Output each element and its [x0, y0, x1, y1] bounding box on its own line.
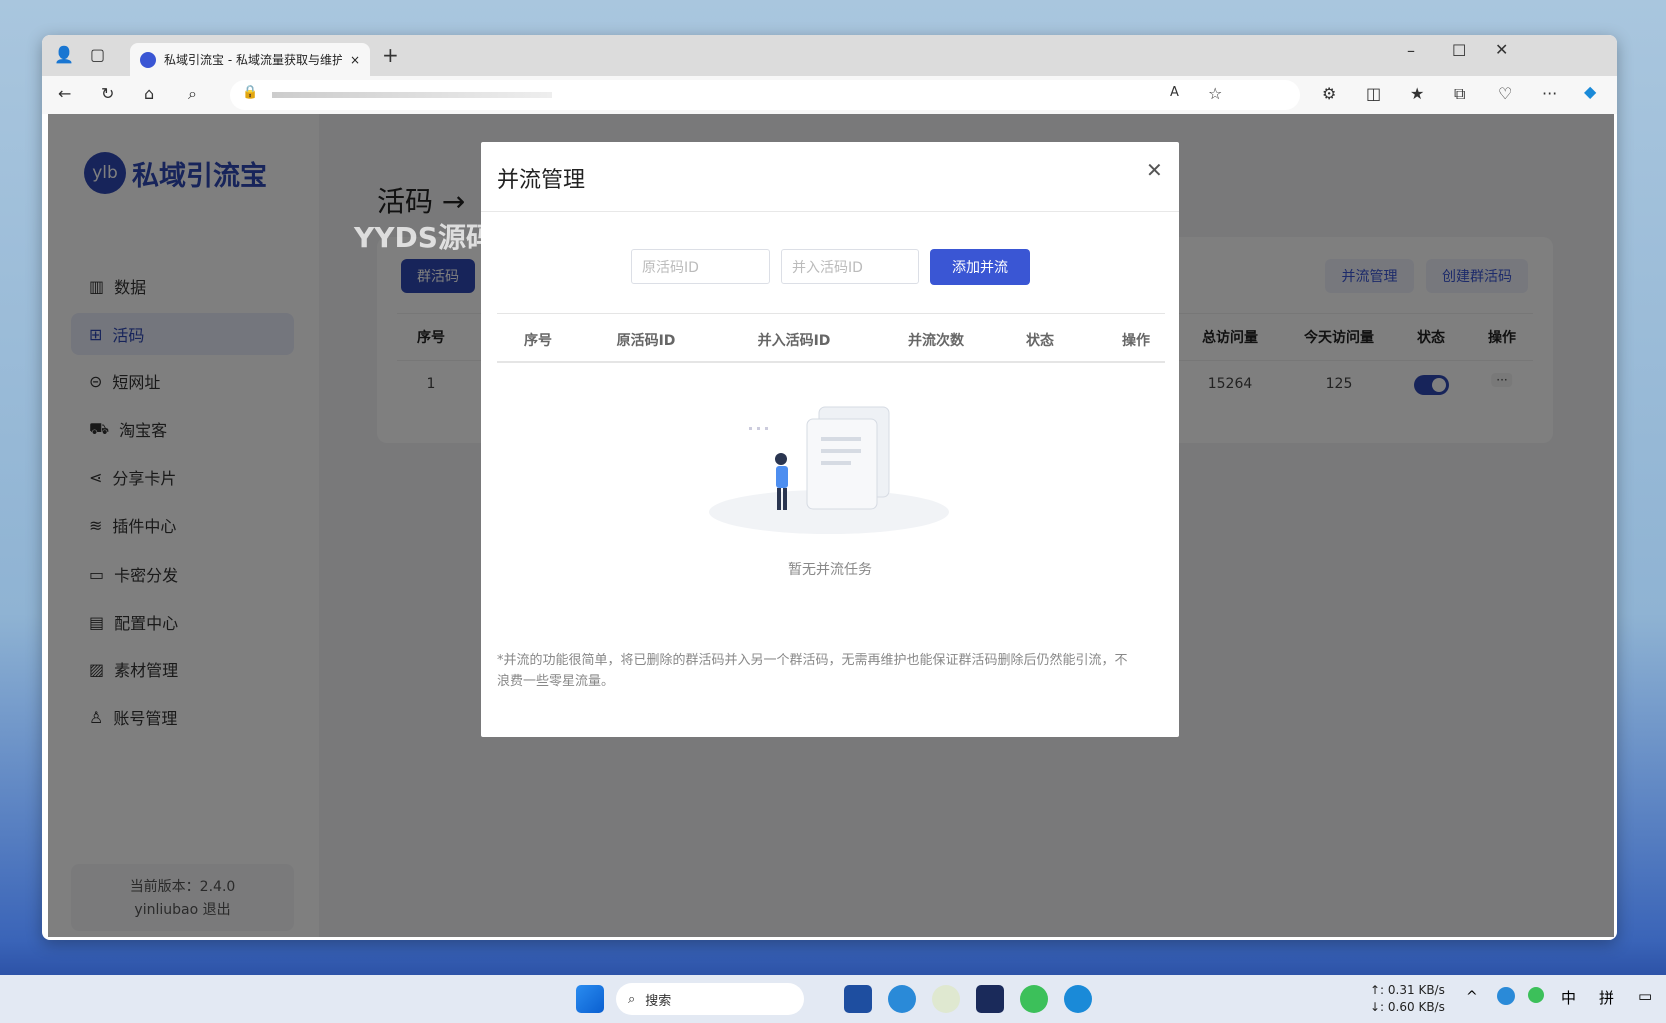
col-index: 序号	[524, 330, 552, 350]
ie-icon[interactable]	[888, 985, 916, 1013]
taskbar-search[interactable]: ⌕ 搜索	[616, 983, 804, 1015]
divider	[497, 313, 1165, 314]
url-redacted	[272, 92, 552, 98]
empty-text: 暂无并流任务	[481, 559, 1179, 579]
empty-illustration	[689, 397, 969, 537]
favorite-icon[interactable]: ☆	[1208, 84, 1222, 103]
tray-app-icon[interactable]	[1497, 987, 1515, 1005]
address-bar-row: ← ↻ ⌂ ⌕ 🔒 A ☆ ⚙ ◫ ★ ⧉ ♡ ··· ◆	[42, 76, 1617, 114]
divider	[497, 361, 1165, 363]
merge-note: *并流的功能很简单，将已删除的群活码并入另一个群活码，无需再维护也能保证群活码删…	[497, 650, 1137, 692]
tray-wechat-icon[interactable]	[1528, 987, 1544, 1003]
col-action: 操作	[1122, 330, 1150, 350]
col-target-id: 并入活码ID	[758, 330, 831, 350]
tab-title: 私域引流宝 - 私域流量获取与维护	[164, 51, 342, 68]
favorites-icon[interactable]: ★	[1410, 84, 1424, 103]
new-tab-button[interactable]: +	[382, 43, 399, 67]
source-code-id-input[interactable]: 原活码ID	[631, 249, 770, 284]
ime-pinyin[interactable]: 拼	[1599, 987, 1614, 1008]
start-icon[interactable]	[576, 985, 604, 1013]
net-up: ↑: 0.31 KB/s	[1370, 982, 1445, 999]
profile-icon[interactable]: 👤	[54, 45, 74, 64]
modal-title: 并流管理	[497, 162, 585, 194]
close-window-icon[interactable]: ✕	[1495, 40, 1508, 59]
chevron-up-icon[interactable]: ^	[1466, 989, 1478, 1005]
col-merge-count: 并流次数	[908, 330, 964, 350]
search-label: 搜索	[645, 990, 671, 1009]
url-input[interactable]: 🔒 A ☆	[230, 80, 1300, 110]
split-screen-icon[interactable]: ◫	[1366, 84, 1381, 103]
edge-icon[interactable]	[1064, 985, 1092, 1013]
taskbar: ⌕ 搜索 ↑: 0.31 KB/s↓: 0.60 KB/s ^ 中 拼 ▭	[0, 975, 1666, 1023]
wechat-icon[interactable]	[1020, 985, 1048, 1013]
read-aloud-icon[interactable]: A	[1170, 85, 1179, 100]
maximize-icon[interactable]: ☐	[1452, 41, 1466, 60]
store-icon[interactable]	[844, 985, 872, 1013]
merge-modal: 并流管理 ✕ 原活码ID 并入活码ID 添加并流 序号 原活码ID 并入活码ID…	[481, 142, 1179, 737]
target-code-id-input[interactable]: 并入活码ID	[781, 249, 919, 284]
tab-actions-icon[interactable]: ▢	[90, 45, 105, 64]
search-icon[interactable]: ⌕	[188, 84, 197, 104]
network-speed: ↑: 0.31 KB/s↓: 0.60 KB/s	[1370, 982, 1445, 1016]
add-merge-button[interactable]: 添加并流	[930, 249, 1030, 285]
minimize-icon[interactable]: –	[1407, 41, 1415, 60]
more-icon[interactable]: ···	[1542, 84, 1557, 103]
col-source-id: 原活码ID	[617, 330, 676, 350]
lock-icon: 🔒	[242, 85, 258, 100]
tab-bar: 👤 ▢ 私域引流宝 - 私域流量获取与维护 × + – ☐ ✕	[42, 35, 1617, 76]
health-icon[interactable]: ♡	[1498, 84, 1512, 103]
close-tab-icon[interactable]: ×	[350, 53, 360, 67]
extensions-icon[interactable]: ⚙	[1322, 84, 1336, 103]
home-icon[interactable]: ⌂	[144, 84, 154, 103]
back-icon[interactable]: ←	[58, 84, 71, 103]
close-icon[interactable]: ✕	[1146, 158, 1163, 182]
favicon-icon	[140, 52, 156, 68]
display-icon[interactable]: ▭	[1638, 987, 1652, 1005]
refresh-icon[interactable]: ↻	[101, 84, 114, 103]
browser-tab[interactable]: 私域引流宝 - 私域流量获取与维护 ×	[130, 43, 370, 76]
divider	[481, 211, 1179, 212]
collections-icon[interactable]: ⧉	[1454, 84, 1465, 104]
copilot-icon[interactable]: ◆	[1584, 82, 1596, 101]
app-icon[interactable]	[932, 985, 960, 1013]
photoshop-icon[interactable]	[976, 985, 1004, 1013]
ime-mode[interactable]: 中	[1561, 987, 1576, 1008]
search-icon: ⌕	[628, 992, 635, 1007]
net-down: ↓: 0.60 KB/s	[1370, 999, 1445, 1016]
col-status: 状态	[1026, 330, 1054, 350]
